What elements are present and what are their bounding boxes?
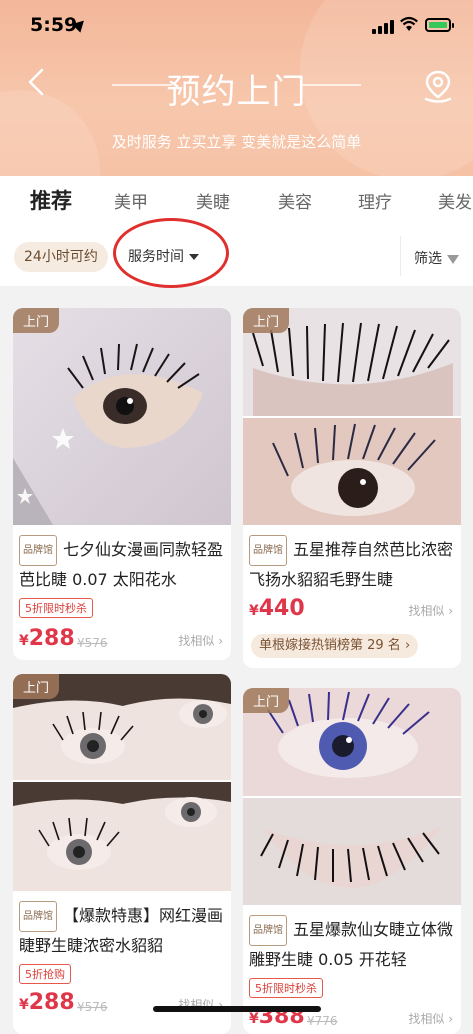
home-indicator <box>153 1006 321 1012</box>
status-time: 5:59 <box>30 14 78 36</box>
original-price: ¥776 <box>307 1014 338 1028</box>
product-image: 上门 <box>13 674 231 891</box>
find-similar-link[interactable]: 找相似 › <box>408 1010 453 1027</box>
product-card[interactable]: 上门 品牌馆 七夕仙女漫画同款轻盈芭比睫 0.07 太阳花水 5折限时秒杀 ¥28… <box>13 308 231 660</box>
product-card[interactable]: 上门 品牌馆 五星爆款仙女睫立体微雕野生睫 0.05 开花轻 5折限时秒杀 ¥38… <box>243 688 461 1034</box>
currency-symbol: ¥ <box>249 1011 259 1027</box>
page-subtitle: 及时服务 立买立享 变美就是这么简单 <box>111 133 362 151</box>
onsite-tag: 上门 <box>243 308 290 333</box>
brand-badge: 品牌馆 <box>249 915 287 946</box>
filter-label: 筛选 <box>414 251 442 267</box>
original-price: ¥576 <box>77 636 108 650</box>
tab-nails[interactable]: 美甲 <box>114 188 148 213</box>
tab-beauty[interactable]: 美容 <box>278 188 312 213</box>
brand-badge: 品牌馆 <box>19 901 57 932</box>
promo-badge: 5折抢购 <box>19 964 71 984</box>
tab-lashes[interactable]: 美睫 <box>196 188 230 213</box>
status-bar: 5:59 <box>0 0 473 50</box>
filter-button[interactable]: 筛选 <box>414 248 459 268</box>
header: 5:59 预约上门 及时服务 立买立享 变美就是这么简单 <box>0 0 473 176</box>
currency-symbol: ¥ <box>19 997 29 1013</box>
promo-badge: 5折限时秒杀 <box>249 978 323 998</box>
product-image: 上门 <box>243 308 461 525</box>
tab-therapy[interactable]: 理疗 <box>358 188 392 213</box>
title-decoration-right <box>301 84 361 86</box>
promo-badge: 5折限时秒杀 <box>19 598 93 618</box>
filter-divider <box>400 236 401 276</box>
battery-icon <box>425 18 454 32</box>
ranking-badge[interactable]: 单根嫁接热销榜第 29 名 › <box>251 634 419 658</box>
product-title: 品牌馆 五星爆款仙女睫立体微雕野生睫 0.05 开花轻 <box>249 915 455 973</box>
available-24h-chip[interactable]: 24小时可约 <box>14 242 108 272</box>
cellular-signal-icon <box>372 20 396 34</box>
funnel-icon <box>447 254 459 264</box>
tab-recommend[interactable]: 推荐 <box>30 185 72 215</box>
highlight-circle-annotation <box>113 218 229 288</box>
brand-badge: 品牌馆 <box>249 535 287 566</box>
currency-symbol: ¥ <box>19 633 29 649</box>
brand-badge: 品牌馆 <box>19 535 57 566</box>
find-similar-link[interactable]: 找相似 › <box>408 602 453 619</box>
find-similar-link[interactable]: 找相似 › <box>178 632 223 649</box>
price: ¥288 <box>19 626 75 651</box>
wifi-icon <box>400 16 418 31</box>
product-title: 品牌馆 【爆款特惠】网红漫画睫野生睫浓密水貂貂 <box>19 901 225 959</box>
filter-bar: 24小时可约 服务时间 <box>0 228 473 286</box>
price: ¥288 <box>19 990 75 1015</box>
tab-hair[interactable]: 美发 <box>438 188 472 213</box>
category-tabs: 推荐 美甲 美睫 美容 理疗 美发 <box>0 176 473 228</box>
currency-symbol: ¥ <box>249 603 259 619</box>
original-price: ¥576 <box>77 1000 108 1014</box>
onsite-tag: 上门 <box>13 674 60 699</box>
price-value: 288 <box>28 626 75 651</box>
product-image: 上门 <box>243 688 461 905</box>
product-title: 品牌馆 七夕仙女漫画同款轻盈芭比睫 0.07 太阳花水 <box>19 535 225 593</box>
price-value: 288 <box>28 990 75 1015</box>
product-image: 上门 <box>13 308 231 525</box>
product-card[interactable]: 上门 品牌馆 【爆款特惠】网红漫画睫野生睫浓密水貂貂 5折抢购 ¥288 ¥576… <box>13 674 231 1034</box>
location-pin-button[interactable] <box>418 66 458 106</box>
price: ¥440 <box>249 596 305 621</box>
price-value: 440 <box>258 596 305 621</box>
onsite-tag: 上门 <box>13 308 60 333</box>
product-card[interactable]: 上门 品牌馆 五星推荐自然芭比浓密飞扬水貂貂毛野生睫 ¥440 找相似 › 单根嫁… <box>243 308 461 668</box>
onsite-tag: 上门 <box>243 688 290 713</box>
page-title: 预约上门 <box>166 72 307 112</box>
product-title: 品牌馆 五星推荐自然芭比浓密飞扬水貂貂毛野生睫 <box>249 535 455 593</box>
